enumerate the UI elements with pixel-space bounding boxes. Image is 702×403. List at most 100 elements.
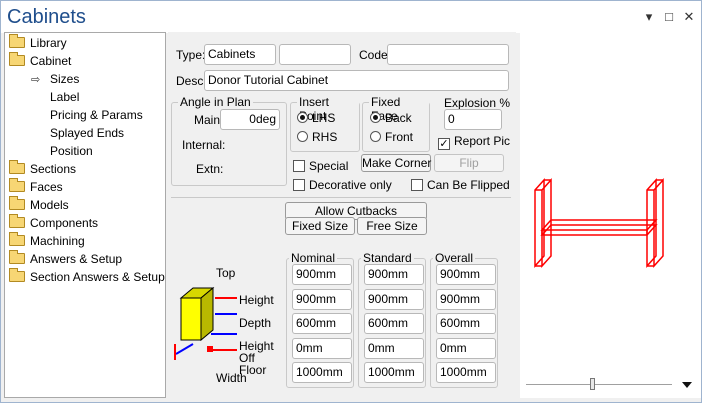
tree-item-label: Library (30, 36, 67, 50)
size-field[interactable]: 900mm (364, 289, 424, 310)
folder-icon (9, 160, 25, 174)
zoom-slider-track[interactable] (526, 384, 672, 385)
special-checkbox[interactable]: Special (293, 159, 348, 173)
top-label: Top (216, 266, 236, 280)
tree-item[interactable]: Pricing & Params (50, 106, 143, 124)
decorative-only-checkbox[interactable]: Decorative only (293, 178, 392, 192)
selected-arrow-icon: ⇨ (31, 74, 41, 86)
front-radio[interactable]: Front (370, 130, 413, 144)
rhs-radio[interactable]: RHS (297, 130, 337, 144)
width-label: Width (216, 371, 247, 385)
size-field[interactable]: 900mm (292, 264, 352, 285)
zoom-slider-thumb[interactable] (590, 378, 595, 390)
folder-icon (9, 34, 25, 48)
height-label: Height (239, 293, 274, 307)
tree-item-label: Cabinet (30, 54, 72, 68)
fixed-face-group: Fixed Face (362, 95, 430, 152)
free-size-button[interactable]: Free Size (357, 217, 427, 235)
main-label: Main: (194, 113, 224, 127)
tree-item-label: Faces (30, 180, 63, 194)
size-field[interactable]: 1000mm (292, 362, 352, 383)
can-be-flipped-checkbox[interactable]: Can Be Flipped (411, 178, 510, 192)
size-field[interactable]: 900mm (364, 264, 424, 285)
type-label: Type: (176, 48, 206, 62)
report-pic-label: Report Pic (454, 134, 511, 148)
tree-item-label: Sections (30, 162, 77, 176)
tree-item[interactable]: ⇨ Sizes (31, 70, 79, 88)
size-field[interactable]: 600mm (436, 313, 496, 334)
size-field[interactable]: 1000mm (364, 362, 424, 383)
overall-header: Overall (433, 251, 476, 265)
nominal-header: Nominal (289, 251, 338, 265)
tree-item[interactable]: Cabinet (9, 52, 71, 70)
folder-icon (9, 178, 25, 192)
cabinets-window: Cabinets ▾ □ ✕ Library Cabinet ⇨ Sizes Label… (0, 0, 702, 403)
tree-item[interactable]: Splayed Ends (50, 124, 124, 142)
standard-header: Standard (361, 251, 414, 265)
internal-label: Internal: (182, 138, 226, 152)
tree-item[interactable]: Sections (9, 160, 76, 178)
tree-item-label: Models (30, 198, 69, 212)
cabinet-3d-preview[interactable] (520, 32, 701, 398)
type-extra-input[interactable] (279, 44, 351, 65)
folder-icon (9, 268, 25, 282)
code-input[interactable] (387, 44, 509, 65)
folder-icon (9, 196, 25, 210)
fixed-size-button[interactable]: Fixed Size (285, 217, 355, 235)
dropdown-icon[interactable]: ▾ (641, 9, 657, 25)
radio-icon (297, 131, 308, 142)
tree-item[interactable]: Components (9, 214, 98, 232)
make-corner-button[interactable]: Make Corner (361, 154, 431, 172)
tree-item[interactable]: Position (50, 142, 93, 160)
tree-item[interactable]: Section Answers & Setup (9, 268, 165, 286)
tree-item-label: Section Answers & Setup (30, 270, 165, 284)
maximize-icon[interactable]: □ (661, 9, 677, 25)
tree-item[interactable]: Models (9, 196, 69, 214)
size-field[interactable]: 600mm (364, 313, 424, 334)
explosion-label: Explosion % (444, 96, 511, 110)
size-field[interactable]: 600mm (292, 313, 352, 334)
rhs-label: RHS (312, 130, 338, 144)
checkbox-checked-icon: ✓ (438, 138, 450, 150)
size-field[interactable]: 1000mm (436, 362, 496, 383)
window-title: Cabinets (7, 6, 86, 28)
size-field[interactable]: 0mm (436, 338, 496, 359)
title-bar: Cabinets ▾ □ ✕ (1, 1, 701, 33)
checkbox-icon (293, 160, 305, 172)
desc-input[interactable]: Donor Tutorial Cabinet (204, 70, 509, 91)
cabinet-dimensions-icon (174, 286, 237, 360)
size-field[interactable]: 900mm (436, 264, 496, 285)
tree-item-label: Machining (30, 234, 85, 248)
tree-item[interactable]: Library (9, 34, 67, 52)
explosion-input[interactable]: 0 (444, 109, 502, 130)
type-input[interactable]: Cabinets (204, 44, 276, 65)
size-field[interactable]: 0mm (364, 338, 424, 359)
close-icon[interactable]: ✕ (681, 9, 697, 25)
checkbox-icon (293, 179, 305, 191)
tree-item-label: Pricing & Params (50, 108, 143, 122)
size-field[interactable]: 900mm (292, 289, 352, 310)
depth-label: Depth (239, 316, 272, 330)
radio-selected-icon (370, 112, 381, 123)
tree-item[interactable]: Answers & Setup (9, 250, 122, 268)
radio-icon (370, 131, 381, 142)
tree-item[interactable]: Machining (9, 232, 85, 250)
tree-item-label: Answers & Setup (30, 252, 123, 266)
size-field[interactable]: 900mm (436, 289, 496, 310)
folder-icon (9, 214, 25, 228)
chevron-down-icon[interactable] (682, 382, 692, 388)
angle-in-plan-title: Angle in Plan (178, 95, 253, 109)
tree-item[interactable]: Label (50, 88, 79, 106)
back-radio[interactable]: Back (370, 111, 412, 125)
divider (171, 197, 511, 198)
tree-item-label: Splayed Ends (50, 126, 125, 140)
flip-button[interactable]: Flip (434, 154, 504, 172)
tree-item-label: Position (50, 144, 93, 158)
tree-item[interactable]: Faces (9, 178, 63, 196)
can-be-flipped-label: Can Be Flipped (427, 178, 510, 192)
main-angle-input[interactable]: 0deg (220, 109, 280, 130)
report-pic-checkbox[interactable]: ✓ Report Pic (438, 134, 510, 150)
folder-icon (9, 250, 25, 264)
size-field[interactable]: 0mm (292, 338, 352, 359)
lhs-radio[interactable]: LHS (297, 111, 335, 125)
